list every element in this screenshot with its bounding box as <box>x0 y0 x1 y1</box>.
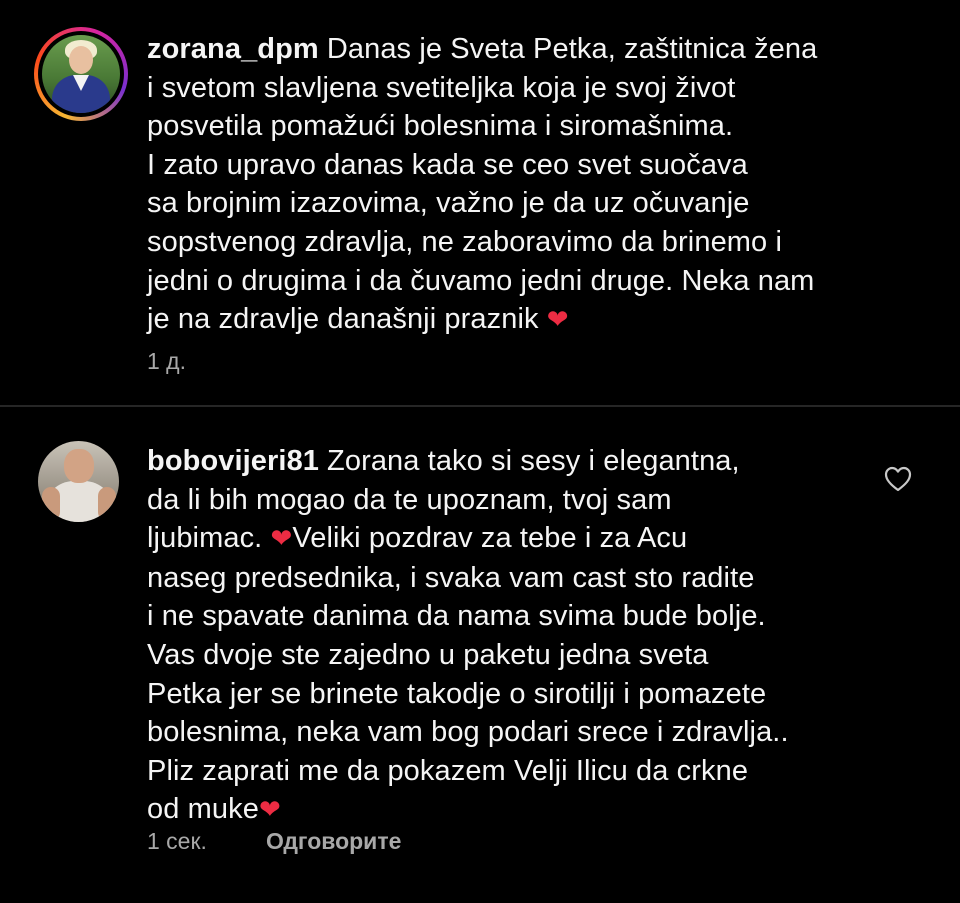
comment-line: Danas je Sveta Petka, zaštitnica žena <box>326 33 818 65</box>
username-link[interactable]: zorana_dpm <box>147 33 319 65</box>
comment-text: zorana_dpm Danas je Sveta Petka, zaštitni… <box>147 30 817 340</box>
heart-emoji-icon: ❤ <box>270 524 293 555</box>
comment-line: I zato upravo danas kada se ceo svet suo… <box>147 148 748 181</box>
comment-line: sopstvenog zdravlja, ne zaboravimo da br… <box>147 225 782 258</box>
comment-item: zorana_dpm Danas je Sveta Petka, zaštitni… <box>0 0 960 405</box>
divider <box>0 405 960 407</box>
comment-line: jedni o drugima i da čuvamo jedni druge.… <box>147 264 815 297</box>
avatar[interactable] <box>38 441 119 522</box>
comment-meta: 1 д. <box>147 348 186 375</box>
comment-line: sa brojnim izazovima, važno je da uz oču… <box>147 187 750 220</box>
comment-meta: 1 сек. Одговорите <box>147 828 401 855</box>
avatar-story-ring[interactable] <box>34 27 128 121</box>
heart-outline-icon[interactable] <box>884 466 912 492</box>
reply-button[interactable]: Одговорите <box>266 828 401 855</box>
comment-line: Petka jer se brinete takodje o sirotilji… <box>147 677 767 710</box>
comment-line: Vas dvoje ste zajedno u paketu jedna sve… <box>147 638 709 671</box>
comment-line: Veliki pozdrav za tebe i za Acu <box>292 522 688 555</box>
comment-line: da li bih mogao da te upoznam, tvoj sam <box>147 483 672 516</box>
comment-line: ljubimac. <box>147 522 263 555</box>
comment-line: Zorana tako si sesy i elegantna, <box>327 445 740 477</box>
username-link[interactable]: bobovijeri81 <box>147 445 319 477</box>
comment-timestamp[interactable]: 1 д. <box>147 348 186 374</box>
comment-text: bobovijeri81 Zorana tako si sesy i elegan… <box>147 442 789 830</box>
comment-timestamp[interactable]: 1 сек. <box>147 828 207 854</box>
comment-line: i svetom slavljena svetiteljka koja je s… <box>147 71 736 104</box>
comment-line: i ne spavate danima da nama svima bude b… <box>147 600 766 633</box>
comment-item: bobovijeri81 Zorana tako si sesy i elegan… <box>0 408 960 903</box>
comment-line: bolesnima, neka vam bog podari srece i z… <box>147 716 789 749</box>
comment-line: je na zdravlje današnji praznik <box>147 303 539 336</box>
comment-line: od muke <box>147 793 259 826</box>
heart-emoji-icon: ❤ <box>258 795 281 826</box>
comment-line: naseg predsednika, i svaka vam cast sto … <box>147 561 755 594</box>
heart-emoji-icon: ❤ <box>546 305 569 336</box>
comment-line: Pliz zaprati me da pokazem Velji Ilicu d… <box>147 754 749 787</box>
comment-line: posvetila pomažući bolesnima i siromašni… <box>147 110 734 143</box>
avatar <box>42 35 120 113</box>
